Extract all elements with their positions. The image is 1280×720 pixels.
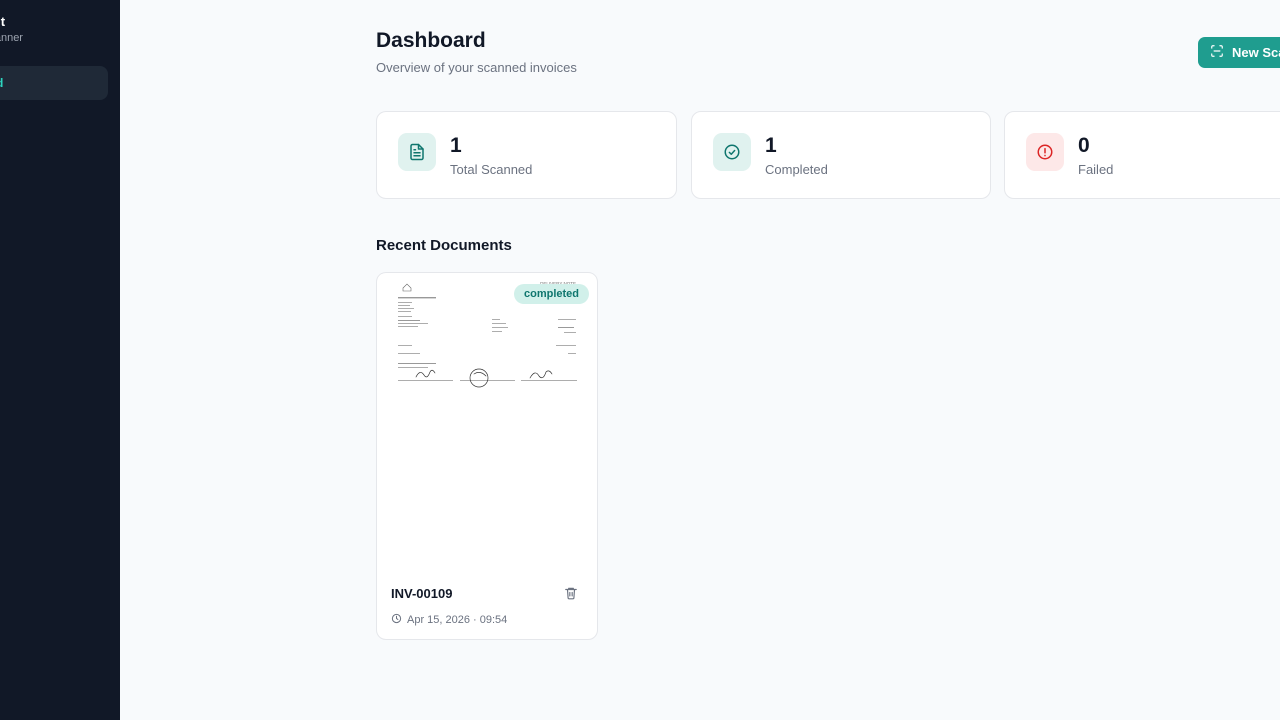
stat-card-total: 1 Total Scanned — [376, 111, 677, 199]
sidebar-item-label: d — [0, 76, 3, 90]
stat-label: Completed — [765, 162, 828, 177]
stat-card-failed: 0 Failed — [1004, 111, 1280, 199]
document-date-text: Apr 15, 2026 · 09:54 — [407, 614, 508, 626]
trash-icon[interactable] — [564, 585, 578, 601]
sidebar: ault Scanner d ts — [0, 0, 120, 720]
stat-value: 1 — [450, 134, 462, 157]
sidebar-item-dashboard[interactable]: d — [0, 66, 108, 100]
document-card[interactable]: DELIVERY NOTE — [376, 272, 598, 640]
stat-value: 1 — [765, 134, 777, 157]
brand: ault Scanner — [0, 14, 23, 46]
document-name: INV-00109 — [391, 586, 453, 601]
document-date: Apr 15, 2026 · 09:54 — [391, 613, 507, 627]
section-title: Recent Documents — [376, 237, 512, 254]
new-scan-label: New Sca — [1232, 45, 1280, 60]
document-thumbnail[interactable]: DELIVERY NOTE — [378, 274, 596, 564]
stat-value: 0 — [1078, 134, 1090, 157]
check-circle-icon — [713, 133, 751, 171]
stat-card-completed: 1 Completed — [691, 111, 991, 199]
document-icon — [398, 133, 436, 171]
status-badge: completed — [514, 284, 590, 304]
alert-circle-icon — [1026, 133, 1064, 171]
new-scan-button[interactable]: New Sca — [1198, 37, 1280, 68]
stat-label: Total Scanned — [450, 162, 533, 177]
scan-icon — [1210, 44, 1224, 61]
page-title: Dashboard — [376, 29, 486, 52]
brand-title: ault — [0, 14, 6, 29]
clock-icon — [391, 613, 402, 627]
stat-label: Failed — [1078, 162, 1114, 177]
page-subtitle: Overview of your scanned invoices — [376, 60, 577, 75]
brand-subtitle: Scanner — [0, 32, 23, 44]
